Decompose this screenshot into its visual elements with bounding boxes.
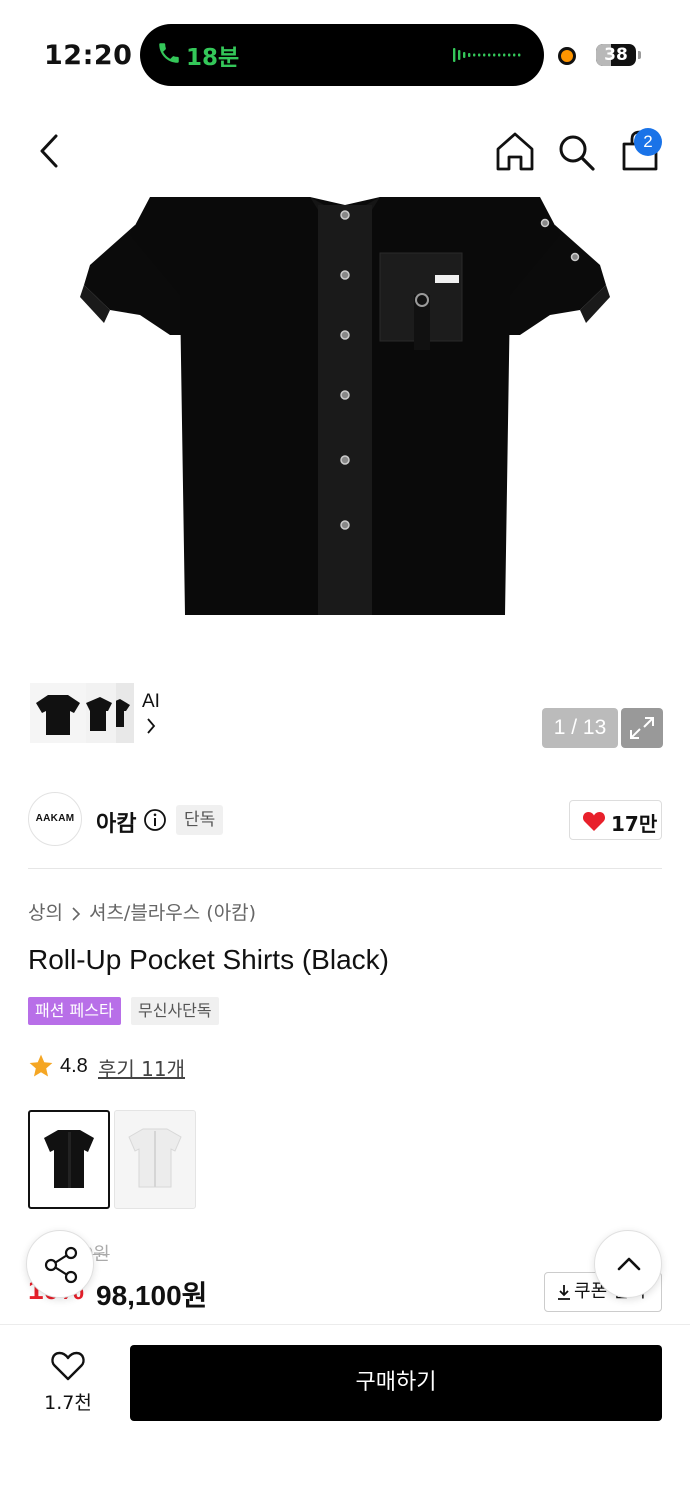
brand-like-count: 17만 xyxy=(611,812,658,836)
scroll-to-top-button[interactable] xyxy=(594,1230,662,1298)
ai-label: AI xyxy=(142,691,160,712)
breadcrumb: 상의 셔츠/블라우스 (아캄) xyxy=(28,898,256,925)
info-icon[interactable] xyxy=(143,808,167,832)
brand-logo[interactable]: AAKAM xyxy=(28,792,82,846)
status-bar: 12:20 18분 38 xyxy=(0,0,690,110)
heart-icon xyxy=(582,812,606,831)
star-icon xyxy=(29,1054,53,1077)
ai-recommendation-button[interactable]: AI xyxy=(28,677,172,749)
heart-outline-icon[interactable] xyxy=(50,1350,86,1382)
share-button[interactable] xyxy=(26,1230,94,1298)
divider xyxy=(28,868,662,869)
home-icon[interactable] xyxy=(494,130,536,172)
phone-icon xyxy=(159,43,179,63)
brand-name[interactable]: 아캄 xyxy=(96,806,136,838)
dynamic-island-call[interactable]: 18분 xyxy=(140,24,544,86)
share-icon xyxy=(44,1246,78,1284)
audio-waveform-icon xyxy=(453,48,521,62)
call-duration: 18분 xyxy=(186,45,240,71)
review-link[interactable]: 후기 11개 xyxy=(98,1053,185,1082)
product-title: Roll-Up Pocket Shirts (Black) xyxy=(28,944,389,975)
battery-percent: 38 xyxy=(604,45,628,65)
chevron-right-icon xyxy=(147,718,156,734)
breadcrumb-category[interactable]: 상의 xyxy=(28,898,63,925)
color-option-white[interactable] xyxy=(114,1110,196,1209)
expand-icon[interactable] xyxy=(621,708,663,748)
rating-score: 4.8 xyxy=(60,1055,88,1077)
breadcrumb-subcategory[interactable]: 셔츠/블라우스 (아캄) xyxy=(89,898,256,925)
status-time: 12:20 xyxy=(44,40,133,71)
download-icon xyxy=(558,1285,570,1300)
color-thumbnail-black xyxy=(44,1130,94,1188)
color-thumbnail-white xyxy=(128,1128,182,1188)
image-counter: 1 / 13 xyxy=(542,708,618,748)
cart-count-badge: 2 xyxy=(634,128,662,156)
chevron-up-icon xyxy=(617,1257,641,1271)
buy-button[interactable]: 구매하기 xyxy=(130,1345,662,1421)
color-option-black[interactable] xyxy=(28,1110,110,1209)
product-image[interactable] xyxy=(80,195,610,625)
chevron-right-icon xyxy=(72,906,81,921)
ai-thumbnail-1 xyxy=(30,683,86,743)
battery-icon: 38 xyxy=(596,44,636,66)
back-button[interactable] xyxy=(30,130,70,172)
brand-like-button[interactable]: 17만 xyxy=(569,800,662,840)
wishlist-count: 1.7천 xyxy=(44,1392,92,1414)
sale-price: 98,100원 xyxy=(96,1280,208,1311)
musinsa-exclusive-tag: 무신사단독 xyxy=(131,997,219,1025)
recording-indicator-icon xyxy=(558,47,576,65)
fashion-festa-tag: 패션 페스타 xyxy=(28,997,121,1025)
battery-cap xyxy=(638,51,641,59)
brand-exclusive-tag: 단독 xyxy=(176,805,224,835)
search-icon[interactable] xyxy=(556,132,596,172)
